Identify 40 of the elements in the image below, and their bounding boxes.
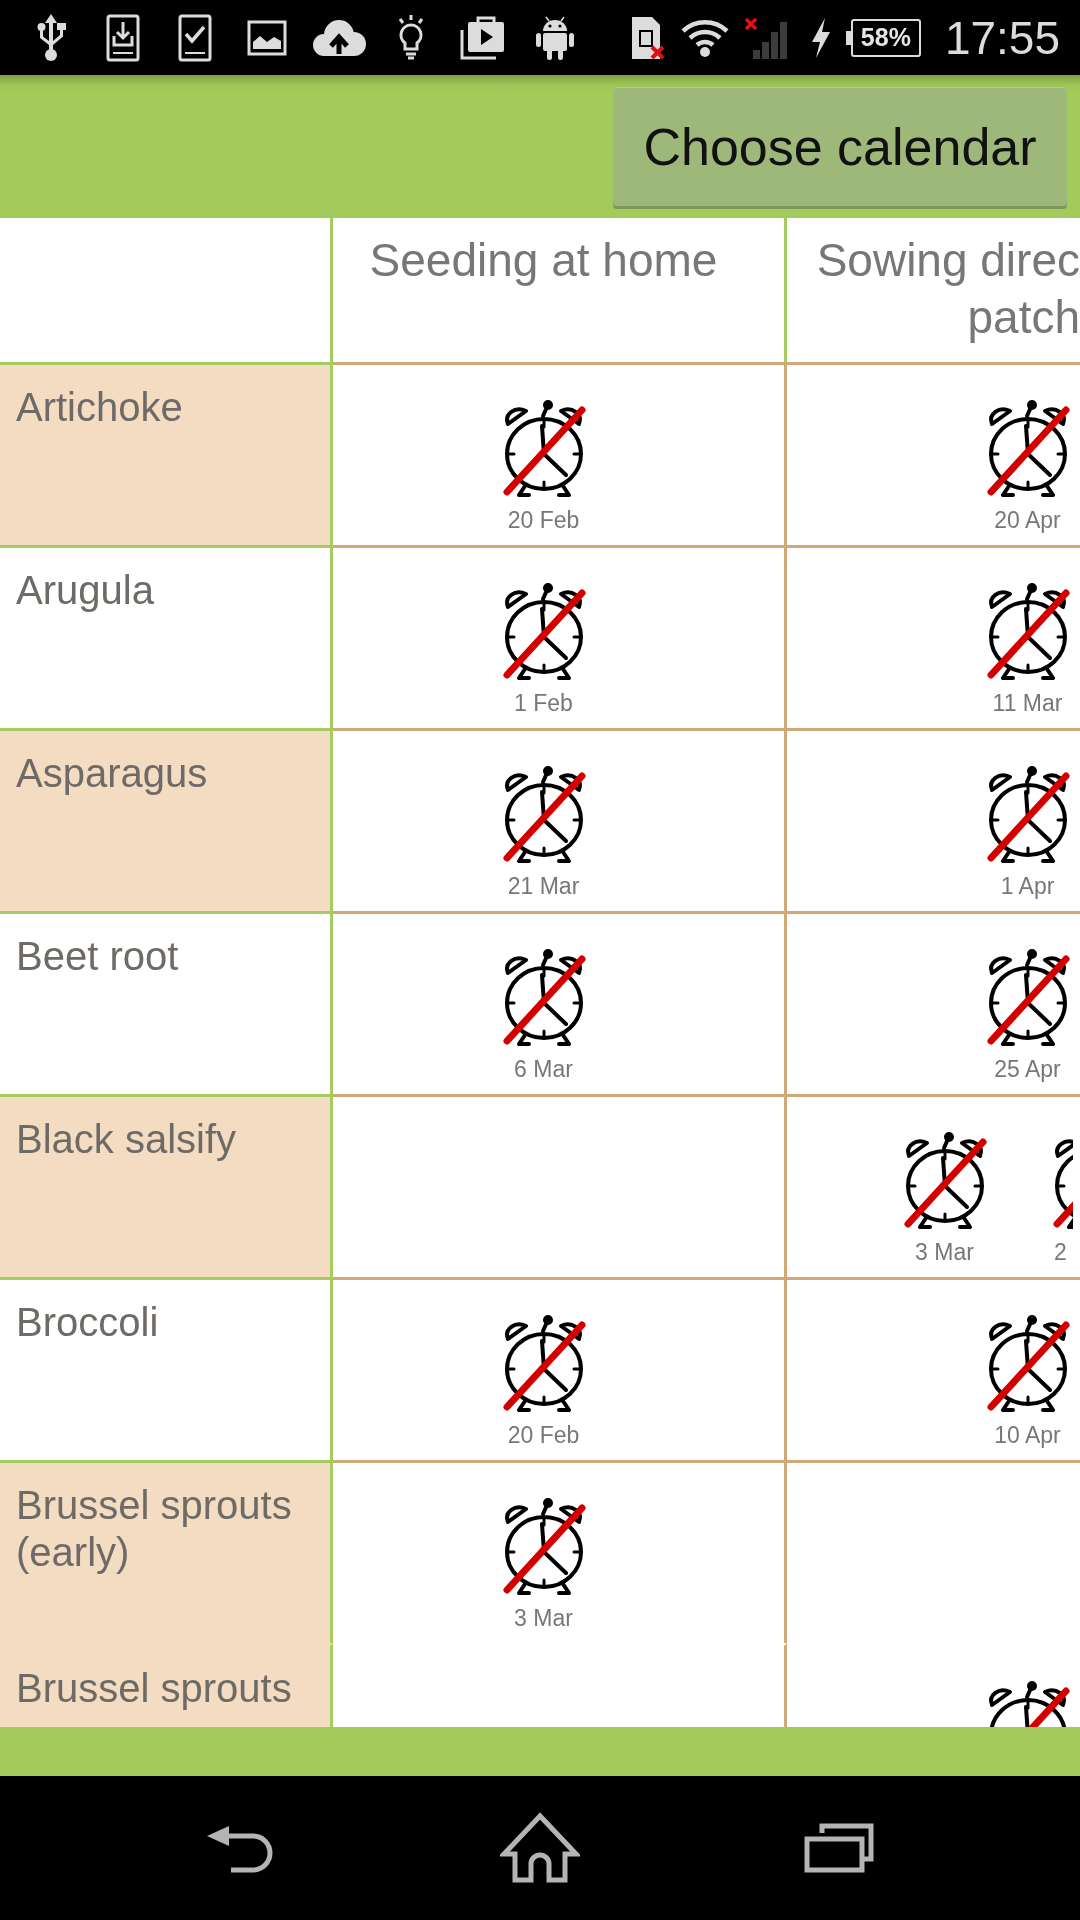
date-label: 20 Feb <box>507 506 580 534</box>
usb-icon <box>36 13 66 62</box>
lightning-icon <box>809 17 832 58</box>
row-label: Beet root <box>0 911 333 1094</box>
row-label: Asparagus <box>0 728 333 911</box>
date-label: 3 Mar <box>514 1604 573 1632</box>
date-label: 20 Feb <box>507 1421 580 1449</box>
row-label: Artichoke <box>0 362 333 545</box>
row-label: Brussel sprouts <box>0 1643 333 1727</box>
cloud-upload-icon <box>311 18 367 57</box>
home-icon[interactable] <box>499 1812 580 1884</box>
checklist-icon <box>178 13 212 62</box>
android-robot-icon <box>535 14 575 61</box>
row-label: Black salsify <box>0 1094 333 1277</box>
lightbulb-icon <box>397 14 425 61</box>
choose-calendar-button[interactable]: Choose calendar <box>613 87 1067 206</box>
column-header: Seeding at home <box>369 233 718 288</box>
date-label: 21 Mar <box>507 872 580 900</box>
date-label: 2 <box>1054 1238 1067 1266</box>
date-label: 20 Apr <box>994 506 1061 534</box>
date-label: 6 Mar <box>514 1055 573 1083</box>
video-play-icon <box>460 15 506 60</box>
column-header: Sowing direc patch <box>816 233 1080 345</box>
clock-time: 17:55 <box>944 14 1060 61</box>
image-icon <box>247 19 287 56</box>
signal-x-icon <box>742 15 789 60</box>
row-label: Arugula <box>0 545 333 728</box>
battery-percent: 58% <box>860 25 911 50</box>
wifi-icon <box>679 17 730 58</box>
date-label: 11 Mar <box>992 689 1063 717</box>
download-icon <box>106 13 140 62</box>
sim-card-x-icon <box>629 14 666 61</box>
row-label: Brussel sprouts (early) <box>0 1460 333 1643</box>
date-label: 25 Apr <box>994 1055 1061 1083</box>
recent-apps-icon[interactable] <box>803 1823 874 1873</box>
row-label: Broccoli <box>0 1277 333 1460</box>
date-label: 3 Mar <box>915 1238 974 1266</box>
date-label: 1 Feb <box>514 689 573 717</box>
date-label: 10 Apr <box>994 1421 1061 1449</box>
date-label: 1 Apr <box>1000 872 1055 900</box>
